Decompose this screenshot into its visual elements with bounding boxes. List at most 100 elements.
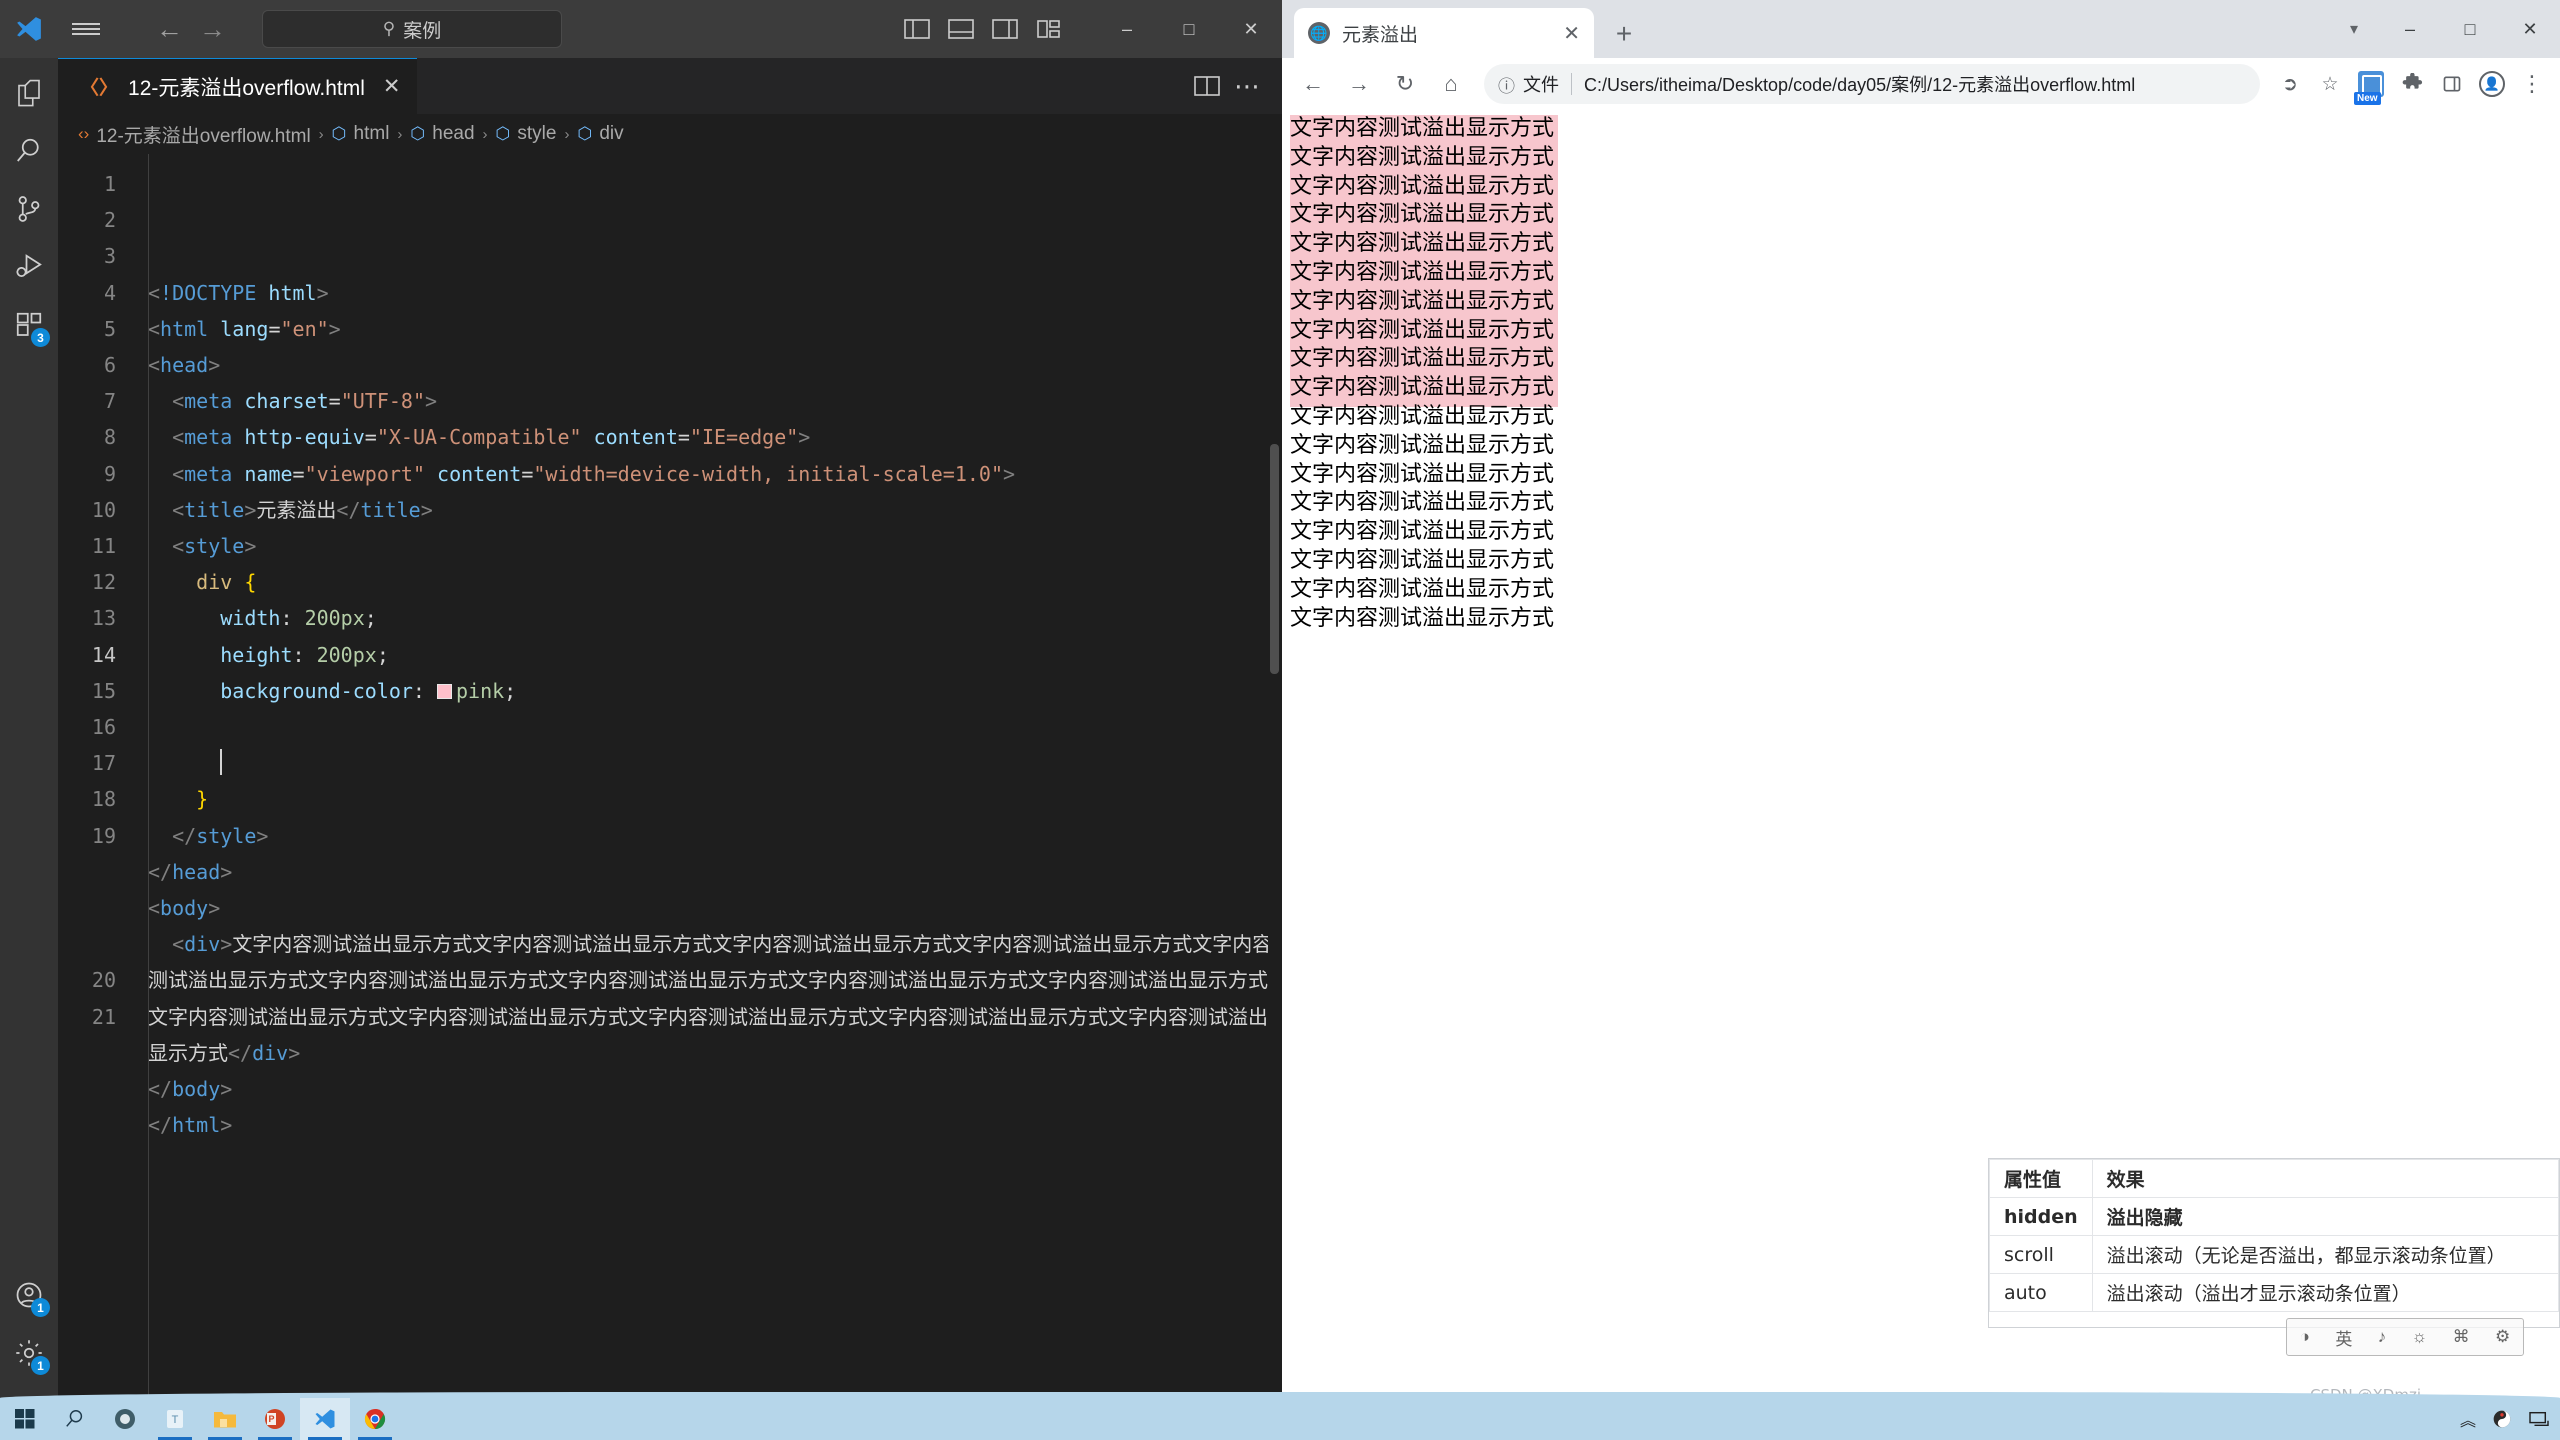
windows-start-icon[interactable] [0, 1398, 50, 1440]
breadcrumb-item-3[interactable]: ⬡ style [496, 123, 557, 145]
three-dot-menu-icon[interactable]: ⋮ [2514, 66, 2550, 102]
code-line[interactable]: <meta name="viewport" content="width=dev… [148, 456, 1282, 492]
code-line[interactable]: </head> [148, 854, 1282, 890]
puzzle-icon[interactable] [2394, 66, 2430, 102]
close-button[interactable]: ✕ [1220, 0, 1282, 58]
ime-mode-icon[interactable]: ◑ [2300, 1327, 2310, 1347]
taskbar-search-icon[interactable] [50, 1398, 100, 1440]
editor-scrollbar-thumb[interactable] [1270, 444, 1279, 674]
chrome-maximize-button[interactable]: □ [2440, 0, 2500, 58]
breadcrumb-item-0[interactable]: ‹› 12-元素溢出overflow.html [78, 121, 311, 148]
star-icon[interactable]: ☆ [2312, 66, 2348, 102]
toggle-panel-icon[interactable] [948, 18, 974, 40]
code-token: </ [148, 1077, 173, 1102]
taskbar-item-powerpoint[interactable]: P [250, 1398, 300, 1440]
taskbar-item-cortana[interactable] [100, 1398, 150, 1440]
maximize-button[interactable]: □ [1158, 0, 1220, 58]
sidebar-item-explorer[interactable] [0, 66, 58, 124]
sidebar-item-source-control[interactable] [0, 182, 58, 240]
taskbar-item-chrome[interactable] [350, 1398, 400, 1440]
code-token: > [220, 1077, 233, 1102]
ime-toolbar[interactable]: ◑ 英 ♪ ☼ ⌘ ⚙ [2286, 1318, 2524, 1356]
search-input[interactable]: ⚲ 案例 [262, 10, 562, 48]
ime-keyboard-icon[interactable]: ⌘ [2453, 1327, 2470, 1347]
ime-chinese-icon[interactable]: 英 [2335, 1325, 2352, 1350]
forward-arrow-icon[interactable]: → [199, 15, 226, 43]
code-line[interactable]: <title>元素溢出</title> [148, 492, 1282, 528]
ime-settings-icon[interactable]: ⚙ [2495, 1327, 2510, 1347]
code-line[interactable]: height: 200px; [148, 637, 1282, 673]
sidebar-item-search[interactable] [0, 124, 58, 182]
home-icon[interactable]: ⌂ [1430, 63, 1472, 105]
back-arrow-icon[interactable]: ← [1292, 63, 1334, 105]
taskbar-item-vscode[interactable] [300, 1398, 350, 1440]
taskbar-item-teams[interactable]: T [150, 1398, 200, 1440]
code-token: "IE=edge" [689, 425, 799, 450]
code-line[interactable]: <!DOCTYPE html> [148, 275, 1282, 311]
code-line[interactable]: <meta http-equiv="X-UA-Compatible" conte… [148, 419, 1282, 455]
sidebar-item-extensions[interactable]: 3 [0, 298, 58, 356]
table: 属性值 效果 hidden 溢出隐藏 scroll 溢出滚动（无论是否溢出，都显示滚动… [1989, 1159, 2559, 1312]
code-line[interactable]: } [148, 781, 1282, 817]
code-line[interactable]: <head> [148, 347, 1282, 383]
back-arrow-icon[interactable]: ← [156, 15, 183, 43]
code-line[interactable]: <style> [148, 528, 1282, 564]
code-token: "X-UA-Compatible" [376, 425, 582, 450]
chrome-close-button[interactable]: ✕ [2500, 0, 2560, 58]
address-bar[interactable]: ⓘ 文件 C:/Users/itheima/Desktop/code/day05… [1484, 64, 2260, 104]
sidebar-item-run-and-debug[interactable] [0, 240, 58, 298]
extension-new-icon[interactable]: New [2352, 67, 2390, 105]
code-line[interactable]: <body> [148, 890, 1282, 926]
split-editor-icon[interactable] [1194, 75, 1220, 97]
breadcrumb-item-2[interactable]: ⬡ head [410, 123, 474, 145]
side-panel-icon[interactable] [2434, 66, 2470, 102]
browser-tab-active[interactable]: 🌐 元素溢出 ✕ [1294, 8, 1594, 58]
ime-tray-icon[interactable] [2492, 1409, 2512, 1429]
chevron-up-icon[interactable]: ︽ [2460, 1407, 2476, 1431]
network-icon[interactable] [2528, 1410, 2550, 1428]
breadcrumb-item-4[interactable]: ⬡ div [577, 123, 623, 145]
chevron-down-icon[interactable]: ▾ [2328, 0, 2380, 58]
code-line[interactable] [148, 745, 1282, 781]
page-info-icon[interactable]: ⓘ [1498, 72, 1515, 97]
reload-icon[interactable]: ↻ [1384, 63, 1426, 105]
code-line[interactable]: </style> [148, 818, 1282, 854]
taskbar-item-file-explorer[interactable] [200, 1398, 250, 1440]
sidebar-item-accounts[interactable]: 1 [0, 1268, 58, 1326]
customize-layout-icon[interactable] [1036, 18, 1062, 40]
share-icon[interactable]: ➲ [2272, 66, 2308, 102]
code-line[interactable]: </html> [148, 1107, 1282, 1143]
code-content[interactable]: <!DOCTYPE html> <html lang="en"> <head> <m… [130, 154, 1282, 1398]
tab-close-icon[interactable]: ✕ [383, 74, 401, 99]
breadcrumb-item-1[interactable]: ⬡ html [332, 123, 390, 145]
profile-avatar-icon[interactable]: 👤 [2474, 66, 2510, 102]
code-line[interactable]: div { [148, 564, 1282, 600]
editor-tab-active[interactable]: 〈〉 12-元素溢出overflow.html ✕ [58, 58, 417, 114]
more-actions-icon[interactable]: ⋯ [1234, 72, 1262, 99]
toggle-secondary-sidebar-icon[interactable] [992, 18, 1018, 40]
toggle-primary-sidebar-icon[interactable] [904, 18, 930, 40]
hamburger-menu-icon[interactable] [58, 0, 114, 58]
code-editor[interactable]: 1 2 3 4 5 6 7 8 9 10 11 12 13 14 15 16 17 18 19 20 21 <!DOCT… [58, 154, 1282, 1398]
code-line[interactable]: <div>文字内容测试溢出显示方式文字内容测试溢出显示方式文字内容测试溢出显示方… [148, 926, 1282, 1071]
new-tab-button[interactable]: + [1600, 10, 1648, 58]
chrome-minimize-button[interactable]: – [2380, 0, 2440, 58]
color-swatch-icon[interactable] [437, 683, 452, 699]
code-line[interactable]: </body> [148, 1071, 1282, 1107]
forward-arrow-icon[interactable]: → [1338, 63, 1380, 105]
code-line[interactable]: <html lang="en"> [148, 311, 1282, 347]
minimap[interactable] [1268, 154, 1282, 1398]
browser-tab-close-icon[interactable]: ✕ [1563, 21, 1580, 46]
code-token: </ [148, 859, 173, 884]
breadcrumb-separator: › [482, 125, 488, 143]
minimize-button[interactable]: – [1096, 0, 1158, 58]
ime-punctuation-icon[interactable]: ♪ [2378, 1327, 2387, 1347]
ime-voice-icon[interactable]: ☼ [2412, 1327, 2428, 1347]
code-line[interactable]: background-color: pink; [148, 673, 1282, 709]
breadcrumb-item-label: 12-元素溢出overflow.html [96, 125, 311, 147]
code-line[interactable] [148, 709, 1282, 745]
omnibox-divider [1571, 73, 1572, 95]
code-line[interactable]: <meta charset="UTF-8"> [148, 383, 1282, 419]
sidebar-item-settings[interactable]: 1 [0, 1326, 58, 1384]
code-line[interactable]: width: 200px; [148, 600, 1282, 636]
